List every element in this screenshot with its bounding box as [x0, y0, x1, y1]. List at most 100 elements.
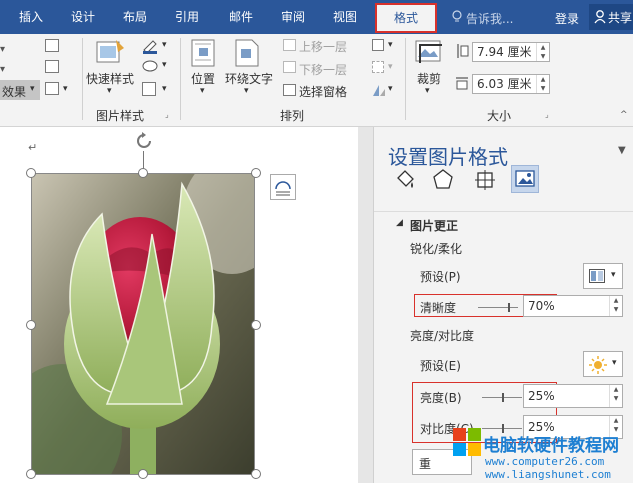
chevron-down-icon[interactable]: ▾: [0, 44, 5, 55]
reset-picture-icon[interactable]: [45, 82, 59, 95]
tab-insert[interactable]: 插入: [10, 0, 52, 34]
fill-line-icon[interactable]: [394, 168, 416, 192]
chevron-down-icon[interactable]: ▾: [0, 64, 5, 75]
brightness-preset-dropdown[interactable]: ▾: [583, 351, 623, 377]
dialog-launcher-icon[interactable]: ⌟: [545, 110, 549, 119]
chevron-down-icon[interactable]: ▾: [162, 84, 167, 94]
position-icon[interactable]: [191, 39, 215, 67]
sun-icon: [589, 356, 607, 374]
layout-options-icon[interactable]: [270, 174, 296, 200]
resize-handle-se[interactable]: [251, 469, 261, 479]
chevron-down-icon[interactable]: ▾: [388, 84, 393, 94]
section-title-picture-corrections[interactable]: 图片更正: [410, 217, 458, 234]
height-input[interactable]: 7.94 厘米 ▲ ▼: [472, 42, 550, 62]
rotate-handle-icon[interactable]: [133, 130, 155, 152]
selection-pane-button[interactable]: 选择窗格: [299, 83, 347, 100]
watermark-url-2: www.liangshunet.com: [485, 468, 611, 481]
section-collapse-icon[interactable]: ◢: [396, 218, 403, 228]
wrap-text-button[interactable]: 环绕文字: [225, 70, 273, 87]
picture-icon[interactable]: [511, 165, 539, 193]
selection-pane-icon: [283, 84, 296, 96]
brightness-input[interactable]: 25% ▲ ▼: [523, 384, 623, 408]
effects-pentagon-icon[interactable]: [432, 168, 454, 192]
paragraph-mark: ↵: [28, 141, 38, 154]
tab-design[interactable]: 设计: [62, 0, 104, 34]
clarity-slider-thumb[interactable]: [508, 303, 510, 312]
tab-format[interactable]: 格式: [375, 3, 437, 33]
resize-handle-w[interactable]: [26, 320, 36, 330]
quick-styles-label[interactable]: 快速样式: [86, 70, 134, 87]
width-spinner[interactable]: ▲ ▼: [536, 75, 549, 93]
chevron-down-icon[interactable]: ▾: [107, 86, 112, 96]
chevron-down-icon[interactable]: ▾: [162, 40, 167, 50]
effects-button[interactable]: 效果 ▾: [0, 80, 40, 100]
picture-layout-icon[interactable]: [142, 82, 156, 96]
tab-mailings[interactable]: 邮件: [220, 0, 262, 34]
picture-border-icon[interactable]: [142, 38, 157, 54]
tab-review[interactable]: 审阅: [272, 0, 314, 34]
tab-references[interactable]: 引用: [166, 0, 208, 34]
chevron-down-icon[interactable]: ▾: [388, 62, 393, 72]
height-spinner[interactable]: ▲ ▼: [536, 43, 549, 61]
chevron-down-icon[interactable]: ▾: [244, 86, 249, 96]
chevron-down-icon[interactable]: ▾: [162, 60, 167, 70]
chevron-down-icon[interactable]: ▾: [388, 40, 393, 50]
sharpen-soften-header: 锐化/柔化: [410, 242, 463, 256]
tab-view[interactable]: 视图: [324, 0, 366, 34]
document-canvas[interactable]: ↵: [0, 127, 358, 483]
resize-handle-nw[interactable]: [26, 168, 36, 178]
format-picture-pane: 设置图片格式 ▼ ◢ 图片更正 锐化/柔化 预设(P) ▾ 清晰度 70% ▲ ▼…: [373, 127, 633, 483]
wrap-text-icon[interactable]: [234, 39, 260, 67]
lightbulb-icon: [452, 10, 462, 22]
chevron-down-icon: ▾: [611, 270, 616, 280]
clarity-input[interactable]: 70% ▲ ▼: [523, 295, 623, 317]
bring-forward-button[interactable]: 上移一层: [299, 38, 347, 55]
brightness-slider-thumb[interactable]: [502, 393, 504, 402]
brightness-contrast-header: 亮度/对比度: [410, 329, 475, 343]
resize-handle-sw[interactable]: [26, 469, 36, 479]
group-icon[interactable]: [372, 61, 384, 73]
align-icon[interactable]: [372, 39, 384, 51]
group-label-arrange: 排列: [280, 109, 305, 123]
pane-title: 设置图片格式: [388, 145, 508, 169]
dialog-launcher-icon[interactable]: ⌟: [165, 110, 169, 119]
windows-logo: [453, 428, 481, 456]
group-label-size: 大小: [487, 109, 512, 123]
tell-me-search[interactable]: 告诉我...: [466, 10, 513, 27]
resize-handle-e[interactable]: [251, 320, 261, 330]
picture-effects-icon[interactable]: [142, 59, 158, 72]
height-icon: [455, 43, 469, 59]
layout-properties-icon[interactable]: [474, 168, 496, 192]
width-icon: [455, 75, 469, 91]
quick-styles-icon[interactable]: [96, 38, 126, 68]
rose-picture[interactable]: [31, 173, 255, 475]
width-input[interactable]: 6.03 厘米 ▲ ▼: [472, 74, 550, 94]
share-button[interactable]: 共享: [589, 4, 633, 30]
pane-options-chevron-icon[interactable]: ▼: [618, 145, 626, 156]
brightness-label: 亮度(B): [420, 391, 462, 405]
crop-button[interactable]: 裁剪: [417, 70, 441, 87]
change-picture-icon[interactable]: [45, 60, 59, 73]
resize-handle-ne[interactable]: [251, 168, 261, 178]
position-button[interactable]: 位置: [191, 70, 215, 87]
clarity-slider[interactable]: [478, 307, 518, 308]
collapse-ribbon-icon[interactable]: ^: [620, 110, 628, 120]
chevron-down-icon[interactable]: ▾: [425, 86, 430, 96]
sharpen-preset-dropdown[interactable]: ▾: [583, 263, 623, 289]
person-icon: [594, 10, 606, 24]
sign-in-link[interactable]: 登录: [555, 10, 579, 27]
send-backward-icon: [283, 61, 296, 73]
send-backward-button[interactable]: 下移一层: [299, 61, 347, 78]
tab-layout[interactable]: 布局: [114, 0, 156, 34]
chevron-down-icon[interactable]: ▾: [200, 86, 205, 96]
compress-pictures-icon[interactable]: [45, 39, 59, 52]
crop-icon[interactable]: [414, 39, 444, 69]
brightness-spinner[interactable]: ▲ ▼: [609, 385, 622, 407]
preset-label-brightness: 预设(E): [420, 359, 461, 373]
sharpen-preset-icon: [589, 269, 605, 283]
rotate-icon[interactable]: [372, 83, 385, 96]
resize-handle-s[interactable]: [138, 469, 148, 479]
resize-handle-n[interactable]: [138, 168, 148, 178]
clarity-spinner[interactable]: ▲ ▼: [609, 296, 622, 316]
chevron-down-icon[interactable]: ▾: [63, 84, 68, 94]
